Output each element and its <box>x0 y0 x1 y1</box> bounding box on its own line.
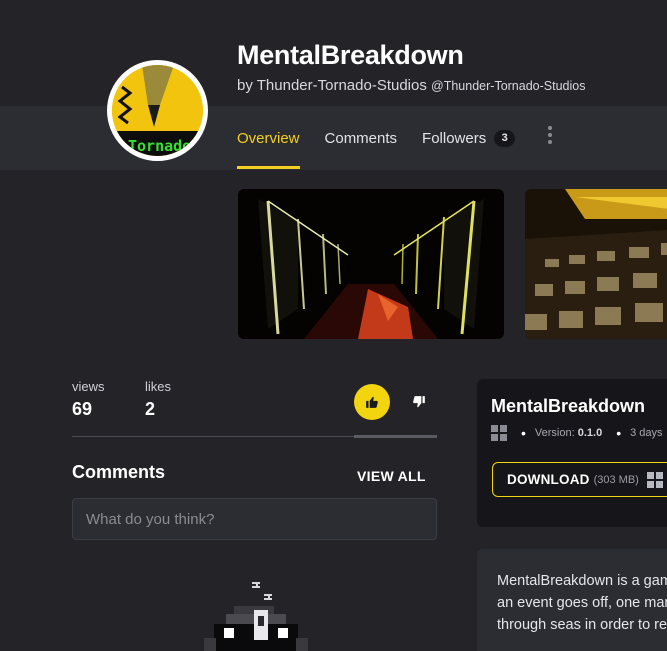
tab-overview[interactable]: Overview <box>237 106 300 170</box>
author-link[interactable]: Thunder-Tornado-Studios <box>257 77 427 94</box>
screenshot-1[interactable] <box>238 189 504 339</box>
description-card: MentalBreakdown is a game where after an… <box>477 549 667 651</box>
comments-heading: Comments <box>72 462 166 482</box>
sleeping-mascot-image <box>204 582 308 651</box>
panel-game-title: MentalBreakdown <box>491 396 646 416</box>
avatar-text: Tornado <box>128 137 191 155</box>
view-all-comments-link[interactable]: VIEW ALL <box>357 468 426 484</box>
likes-value: 2 <box>145 399 156 419</box>
like-button[interactable] <box>354 384 390 420</box>
game-title: MentalBreakdown <box>237 40 464 70</box>
views-stat: views 69 <box>72 379 105 420</box>
by-prefix: by <box>237 77 253 94</box>
version-value: 0.1.0 <box>577 427 603 439</box>
vote-divider-accent <box>354 435 437 438</box>
likes-label: likes <box>145 379 172 394</box>
tab-comments-label: Comments <box>324 129 398 147</box>
release-date: 3 days <box>630 427 663 439</box>
followers-count-badge: 3 <box>494 129 516 147</box>
tab-followers[interactable]: Followers 3 <box>422 106 516 170</box>
version-label: Version: <box>534 427 575 439</box>
tab-overview-label: Overview <box>237 129 300 147</box>
dislike-button[interactable] <box>405 384 433 420</box>
views-label: views <box>72 379 105 394</box>
screenshot-2[interactable] <box>525 189 667 339</box>
download-label: DOWNLOAD <box>507 472 590 487</box>
panel-meta: • Version: 0.1.0 • 3 days <box>491 423 663 443</box>
download-button[interactable]: DOWNLOAD (303 MB) <box>492 462 667 497</box>
author-line: by Thunder-Tornado-Studios @Thunder-Torn… <box>237 77 585 94</box>
thumbs-up-icon <box>366 396 378 408</box>
views-value: 69 <box>72 399 93 419</box>
tab-comments[interactable]: Comments <box>325 106 398 170</box>
download-size: (303 MB) <box>593 473 639 486</box>
screenshot-1-image <box>238 189 504 339</box>
tab-followers-label: Followers <box>422 129 487 147</box>
tab-list: Overview Comments Followers 3 <box>237 106 540 170</box>
avatar-image: Tornado <box>112 65 203 156</box>
author-handle[interactable]: @Thunder-Tornado-Studios <box>431 79 585 93</box>
screenshot-2-image <box>525 189 667 339</box>
thumbs-down-icon <box>413 396 425 408</box>
game-info-panel: MentalBreakdown • Version: 0.1.0 • 3 day… <box>477 379 667 527</box>
windows-icon <box>646 471 663 488</box>
windows-icon <box>491 425 507 441</box>
meta-separator-dot: • <box>616 425 622 441</box>
description-text: MentalBreakdown is a game where after an… <box>497 573 667 633</box>
game-avatar[interactable]: Tornado <box>107 60 208 161</box>
likes-stat: likes 2 <box>145 379 171 420</box>
meta-separator-dot: • <box>521 425 526 441</box>
comment-input[interactable] <box>72 498 437 540</box>
kebab-menu-icon[interactable] <box>546 126 554 146</box>
